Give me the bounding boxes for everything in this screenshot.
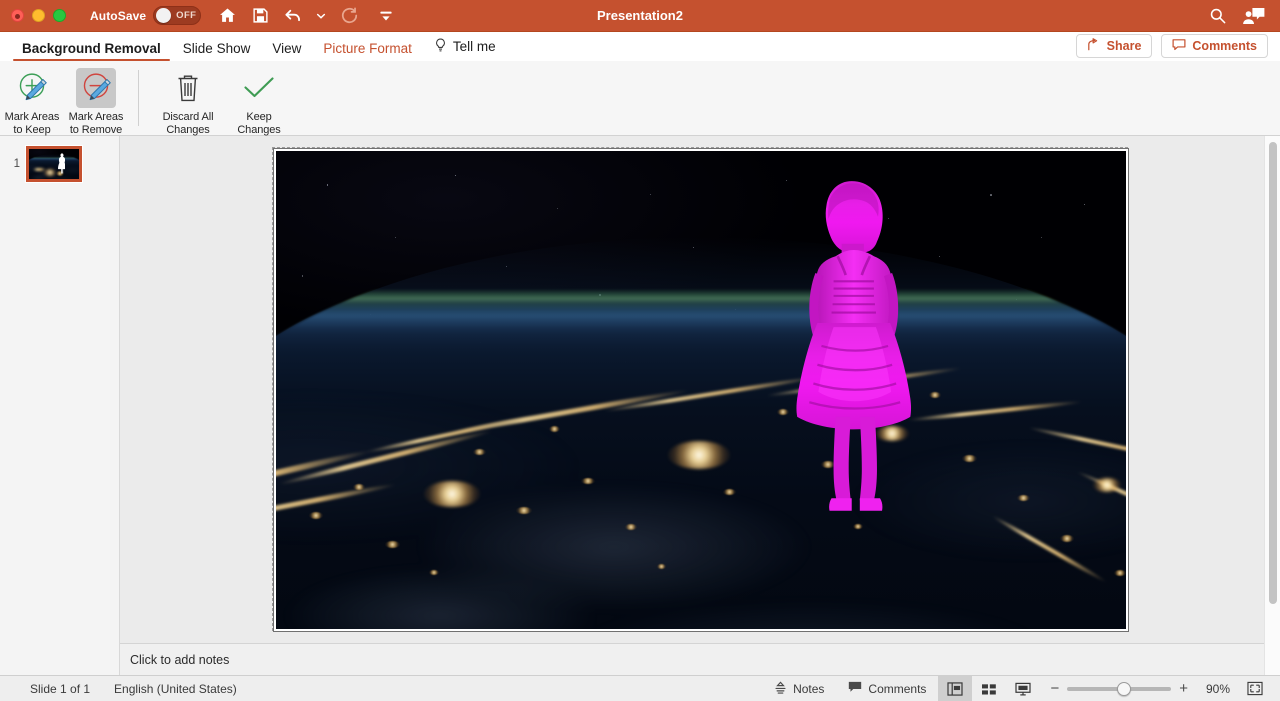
- comments-button[interactable]: Comments: [1161, 34, 1268, 58]
- presenter-view-icon[interactable]: [1006, 676, 1040, 701]
- autosave-toggle[interactable]: OFF: [153, 6, 201, 25]
- marked-subject-girl-magenta[interactable]: [773, 177, 935, 521]
- keep-changes-label: Keep Changes: [237, 111, 280, 137]
- slide-thumbnail-pane[interactable]: 1: [0, 136, 120, 675]
- tab-tell-me-label: Tell me: [453, 40, 496, 54]
- checkmark-icon: [239, 68, 279, 108]
- keep-changes-button[interactable]: Keep Changes: [227, 66, 291, 137]
- home-icon[interactable]: [217, 6, 237, 26]
- comments-button-label: Comments: [868, 682, 926, 696]
- ribbon: Mark Areas to Keep Mark Areas to: [0, 61, 1280, 136]
- slide-1[interactable]: [274, 149, 1128, 631]
- notes-pane[interactable]: Click to add notes: [120, 643, 1264, 675]
- picture-selection-border[interactable]: [272, 147, 1128, 631]
- title-bar: AutoSave OFF: [0, 0, 1280, 32]
- tab-picture-format[interactable]: Picture Format: [312, 42, 423, 62]
- thumbnail-number: 1: [8, 146, 20, 170]
- tab-slide-show[interactable]: Slide Show: [172, 42, 262, 62]
- autosave-toggle-knob: [156, 8, 171, 23]
- mark-areas-to-remove-label: Mark Areas to Remove: [69, 111, 124, 137]
- zoom-slider[interactable]: − +: [1040, 681, 1198, 696]
- notes-toggle-button[interactable]: Notes: [762, 676, 836, 701]
- discard-all-changes-button[interactable]: Discard All Changes: [149, 66, 227, 137]
- notes-icon: [774, 681, 787, 697]
- close-button[interactable]: [11, 9, 24, 22]
- lightbulb-icon: [434, 38, 447, 56]
- slide-thumbnail-1[interactable]: [26, 146, 82, 182]
- thumbnail-city-lights: [29, 149, 79, 179]
- autosave-control[interactable]: AutoSave OFF: [90, 6, 201, 25]
- tab-background-removal[interactable]: Background Removal: [11, 42, 172, 62]
- zoom-slider-track[interactable]: [1067, 687, 1171, 691]
- slide-wrapper: [272, 147, 1128, 631]
- autosave-state-label: OFF: [176, 10, 196, 21]
- zoom-button[interactable]: [53, 9, 66, 22]
- share-label: Share: [1107, 39, 1142, 53]
- mark-areas-to-keep-button[interactable]: Mark Areas to Keep: [0, 66, 64, 137]
- share-icon: [1087, 38, 1101, 54]
- trash-icon: [168, 68, 208, 108]
- status-bar: Slide 1 of 1 English (United States) Not…: [0, 675, 1280, 701]
- earth-surface: [276, 237, 1126, 629]
- thumbnail-preview: [29, 149, 79, 179]
- zoom-in-button[interactable]: +: [1179, 681, 1188, 696]
- zoom-slider-handle[interactable]: [1117, 682, 1131, 696]
- tab-tell-me[interactable]: Tell me: [423, 38, 507, 62]
- thumbnail-row: 1: [0, 146, 119, 182]
- slide-image-earth-from-orbit: [276, 151, 1126, 629]
- search-icon[interactable]: [1207, 6, 1227, 26]
- account-collaborator-icon[interactable]: [1241, 6, 1267, 26]
- mark-keep-icon: [12, 68, 52, 108]
- save-icon[interactable]: [250, 6, 270, 26]
- comment-icon: [848, 681, 862, 696]
- powerpoint-window: AutoSave OFF: [0, 0, 1280, 701]
- ribbon-group-mark: Mark Areas to Keep Mark Areas to: [0, 66, 128, 134]
- slide-sorter-icon[interactable]: [972, 676, 1006, 701]
- notes-button-label: Notes: [793, 682, 824, 696]
- notes-placeholder: Click to add notes: [130, 653, 229, 667]
- customize-toolbar-icon[interactable]: [376, 6, 396, 26]
- discard-all-changes-label: Discard All Changes: [163, 111, 214, 137]
- tab-view[interactable]: View: [261, 42, 312, 62]
- ribbon-tab-bar: Background Removal Slide Show View Pictu…: [0, 32, 1280, 61]
- comments-label: Comments: [1192, 39, 1257, 53]
- zoom-out-button[interactable]: −: [1050, 681, 1059, 696]
- comments-toggle-button[interactable]: Comments: [836, 676, 938, 701]
- ribbon-separator: [138, 70, 139, 126]
- slide-count-label: Slide 1 of 1: [18, 676, 102, 701]
- comment-bubble-icon: [1172, 38, 1186, 54]
- redo-icon[interactable]: [339, 6, 359, 26]
- normal-view-icon[interactable]: [938, 676, 972, 701]
- mark-areas-to-keep-label: Mark Areas to Keep: [5, 111, 60, 137]
- status-bar-right: Notes Comments − +: [762, 676, 1280, 701]
- city-lights-layer: [276, 237, 1126, 629]
- ribbon-group-changes: Discard All Changes Keep Changes: [149, 66, 291, 134]
- undo-dropdown-icon[interactable]: [316, 6, 326, 26]
- ribbon-tab-bar-right: Share Comments: [1076, 34, 1280, 61]
- vertical-scrollbar-thumb[interactable]: [1269, 142, 1277, 604]
- slide-canvas-area: [120, 136, 1280, 675]
- share-button[interactable]: Share: [1076, 34, 1153, 58]
- minimize-button[interactable]: [32, 9, 45, 22]
- vertical-scrollbar[interactable]: [1264, 136, 1280, 675]
- quick-access-toolbar: [217, 6, 396, 26]
- language-label[interactable]: English (United States): [102, 676, 249, 701]
- undo-icon[interactable]: [283, 6, 303, 26]
- work-area: 1: [0, 136, 1280, 675]
- title-bar-right: [1207, 6, 1280, 26]
- mark-areas-to-remove-button[interactable]: Mark Areas to Remove: [64, 66, 128, 137]
- window-controls: [0, 9, 66, 22]
- autosave-label: AutoSave: [90, 9, 146, 23]
- zoom-level-label[interactable]: 90%: [1198, 682, 1238, 696]
- fit-to-window-icon[interactable]: [1238, 676, 1272, 701]
- mark-remove-icon: [76, 68, 116, 108]
